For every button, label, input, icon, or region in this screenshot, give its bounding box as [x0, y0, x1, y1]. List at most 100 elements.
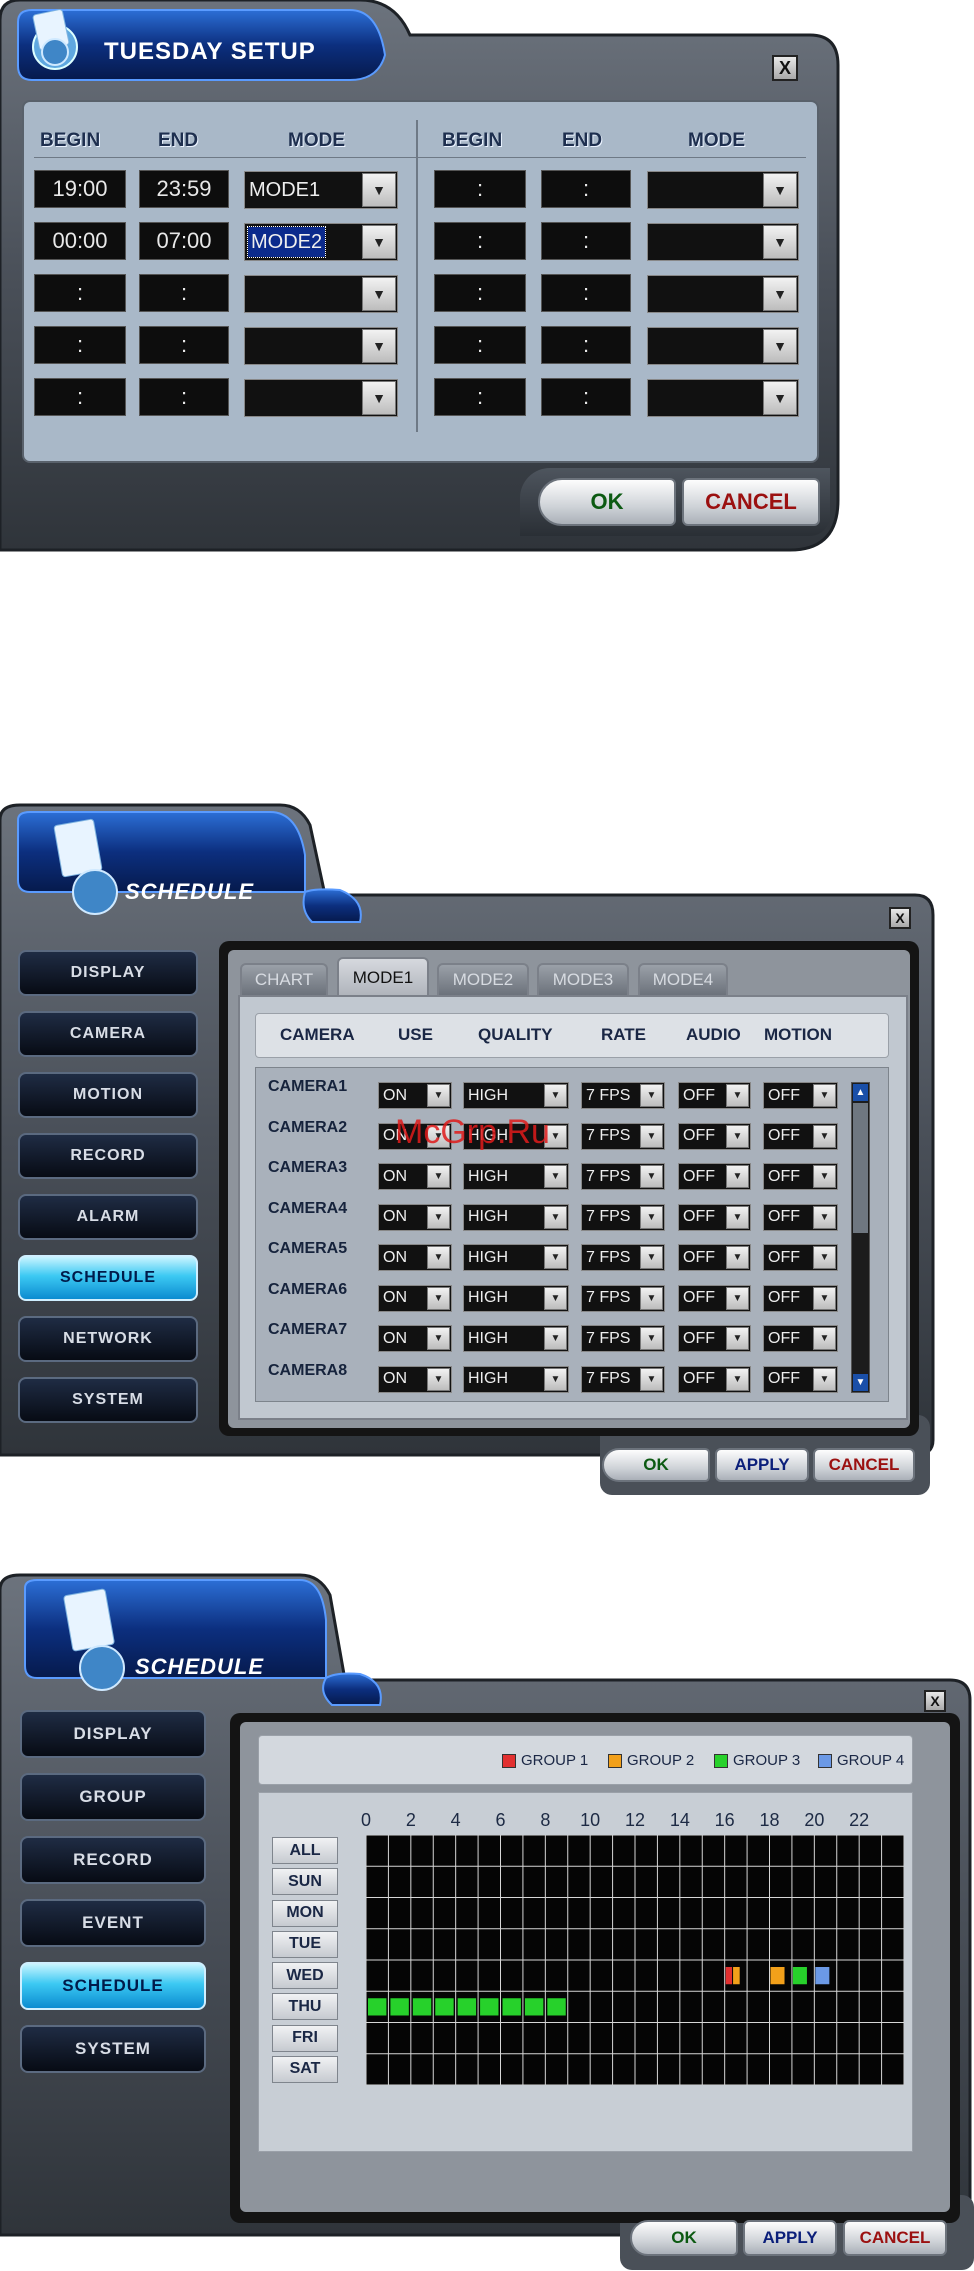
sidebar-item-schedule[interactable]: SCHEDULE	[20, 1962, 206, 2010]
chevron-down-icon[interactable]: ▼	[544, 1205, 567, 1229]
quality-select[interactable]: HIGH ▼	[463, 1284, 569, 1312]
rate-select[interactable]: 7 FPS ▼	[581, 1163, 665, 1190]
rate-select[interactable]: 7 FPS ▼	[581, 1284, 665, 1312]
end-time-field[interactable]: :	[139, 274, 229, 312]
close-button[interactable]: X	[889, 907, 911, 929]
audio-select[interactable]: OFF ▼	[678, 1244, 751, 1271]
chevron-down-icon[interactable]: ▼	[362, 225, 396, 259]
motion-select[interactable]: OFF ▼	[763, 1082, 838, 1109]
chevron-down-icon[interactable]: ▼	[726, 1327, 749, 1350]
sidebar-item-system[interactable]: SYSTEM	[20, 2025, 206, 2073]
day-button-thu[interactable]: THU	[272, 1993, 338, 2021]
use-select[interactable]: ON ▼	[378, 1203, 452, 1231]
quality-select[interactable]: HIGH ▼	[463, 1082, 569, 1109]
scroll-up-icon[interactable]: ▲	[853, 1084, 868, 1101]
audio-select[interactable]: OFF ▼	[678, 1365, 751, 1393]
schedule-block[interactable]	[412, 1998, 432, 2016]
end-time-field-right[interactable]: :	[541, 378, 631, 416]
chevron-down-icon[interactable]: ▼	[640, 1246, 663, 1269]
schedule-block[interactable]	[457, 1998, 477, 2016]
chevron-down-icon[interactable]: ▼	[640, 1124, 663, 1148]
chevron-down-icon[interactable]: ▼	[726, 1124, 749, 1148]
tab-mode1[interactable]: MODE1	[337, 957, 429, 997]
schedule-block[interactable]	[390, 1998, 409, 2016]
schedule-block[interactable]	[792, 1967, 807, 1985]
schedule-block[interactable]	[547, 1998, 566, 2016]
sidebar-item-display[interactable]: DISPLAY	[20, 1710, 206, 1758]
chevron-down-icon[interactable]: ▼	[726, 1165, 749, 1188]
begin-time-field-right[interactable]: :	[434, 326, 526, 364]
scroll-thumb[interactable]	[853, 1103, 868, 1233]
sidebar-item-record[interactable]: RECORD	[18, 1133, 198, 1179]
use-select[interactable]: ON ▼	[378, 1244, 452, 1271]
end-time-field[interactable]: 23:59	[139, 170, 229, 208]
mode-select-right[interactable]: ▼	[647, 275, 799, 313]
end-time-field[interactable]: :	[139, 378, 229, 416]
begin-time-field-right[interactable]: :	[434, 170, 526, 208]
chevron-down-icon[interactable]: ▼	[763, 173, 797, 207]
sidebar-item-event[interactable]: EVENT	[20, 1899, 206, 1947]
end-time-field[interactable]: :	[139, 326, 229, 364]
begin-time-field-right[interactable]: :	[434, 274, 526, 312]
begin-time-field[interactable]: 00:00	[34, 222, 126, 260]
scroll-down-icon[interactable]: ▼	[853, 1374, 868, 1391]
scrollbar[interactable]: ▲ ▼	[851, 1082, 870, 1393]
cancel-button[interactable]: CANCEL	[813, 1448, 915, 1482]
chevron-down-icon[interactable]: ▼	[813, 1165, 836, 1188]
tab-mode4[interactable]: MODE4	[638, 963, 728, 995]
chevron-down-icon[interactable]: ▼	[427, 1327, 450, 1350]
use-select[interactable]: ON ▼	[378, 1325, 452, 1352]
chevron-down-icon[interactable]: ▼	[726, 1246, 749, 1269]
chevron-down-icon[interactable]: ▼	[763, 277, 797, 311]
chevron-down-icon[interactable]: ▼	[640, 1165, 663, 1188]
chevron-down-icon[interactable]: ▼	[813, 1286, 836, 1310]
day-button-wed[interactable]: WED	[272, 1962, 338, 1989]
motion-select[interactable]: OFF ▼	[763, 1244, 838, 1271]
chevron-down-icon[interactable]: ▼	[640, 1084, 663, 1107]
day-button-tue[interactable]: TUE	[272, 1930, 338, 1958]
chevron-down-icon[interactable]: ▼	[763, 329, 797, 363]
rate-select[interactable]: 7 FPS ▼	[581, 1122, 665, 1150]
chevron-down-icon[interactable]: ▼	[726, 1205, 749, 1229]
chevron-down-icon[interactable]: ▼	[544, 1165, 567, 1188]
quality-select[interactable]: HIGH ▼	[463, 1325, 569, 1352]
audio-select[interactable]: OFF ▼	[678, 1122, 751, 1150]
chevron-down-icon[interactable]: ▼	[427, 1205, 450, 1229]
quality-select[interactable]: HIGH ▼	[463, 1244, 569, 1271]
chevron-down-icon[interactable]: ▼	[427, 1246, 450, 1269]
chevron-down-icon[interactable]: ▼	[427, 1286, 450, 1310]
day-button-mon[interactable]: MON	[272, 1899, 338, 1927]
sidebar-item-record[interactable]: RECORD	[20, 1836, 206, 1884]
mode-select[interactable]: MODE1 ▼	[244, 171, 398, 209]
use-select[interactable]: ON ▼	[378, 1163, 452, 1190]
schedule-block[interactable]	[725, 1967, 733, 1985]
schedule-block[interactable]	[435, 1998, 454, 2016]
close-button[interactable]: X	[924, 1690, 946, 1712]
begin-time-field-right[interactable]: :	[434, 222, 526, 260]
audio-select[interactable]: OFF ▼	[678, 1284, 751, 1312]
begin-time-field[interactable]: :	[34, 378, 126, 416]
motion-select[interactable]: OFF ▼	[763, 1163, 838, 1190]
chevron-down-icon[interactable]: ▼	[813, 1084, 836, 1107]
sidebar-item-camera[interactable]: CAMERA	[18, 1011, 198, 1057]
mode-select-right[interactable]: ▼	[647, 379, 799, 417]
cancel-button[interactable]: CANCEL	[682, 478, 820, 526]
chevron-down-icon[interactable]: ▼	[640, 1286, 663, 1310]
end-time-field-right[interactable]: :	[541, 326, 631, 364]
chevron-down-icon[interactable]: ▼	[640, 1205, 663, 1229]
chevron-down-icon[interactable]: ▼	[427, 1165, 450, 1188]
schedule-block[interactable]	[524, 1998, 544, 2016]
quality-select[interactable]: HIGH ▼	[463, 1163, 569, 1190]
sidebar-item-system[interactable]: SYSTEM	[18, 1377, 198, 1423]
chevron-down-icon[interactable]: ▼	[813, 1246, 836, 1269]
tab-chart[interactable]: CHART	[240, 963, 328, 995]
cancel-button[interactable]: CANCEL	[843, 2220, 947, 2256]
chevron-down-icon[interactable]: ▼	[726, 1367, 749, 1391]
chevron-down-icon[interactable]: ▼	[813, 1124, 836, 1148]
mode-select[interactable]: ▼	[244, 379, 398, 417]
motion-select[interactable]: OFF ▼	[763, 1365, 838, 1393]
begin-time-field[interactable]: :	[34, 274, 126, 312]
mode-select-right[interactable]: ▼	[647, 171, 799, 209]
ok-button[interactable]: OK	[630, 2220, 738, 2256]
mode-select[interactable]: ▼	[244, 327, 398, 365]
